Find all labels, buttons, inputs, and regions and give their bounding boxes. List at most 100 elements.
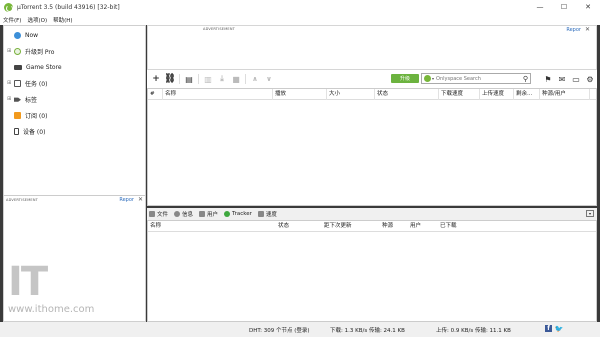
sidebar-item-label: Now [25,31,39,39]
chat-icon[interactable]: ✉ [555,72,569,86]
search-provider-icon[interactable] [424,75,431,82]
toolbar-divider [198,74,199,84]
upload-status[interactable]: 上传: 0.9 KB/s 传输: 11.1 KB [436,326,511,334]
chevron-down-icon[interactable]: ▾ [432,76,434,81]
add-torrent-icon[interactable]: + [149,72,163,86]
sidebar-ad-header: ADVERTISEMENT Repor ✕ [4,195,145,203]
sidebar-item-upgrade-pro[interactable]: ⊞ 升级到 Pro [4,43,145,59]
info-icon [174,211,181,217]
menu-bar: 文件(F) 选项(O) 帮助(H) [0,14,600,25]
column-header[interactable]: 距下次更新 [322,221,380,232]
torrent-list[interactable]: # 名称 播放 大小 状态 下载速度 上传速度 剩余... 种源/用户 [147,88,597,206]
expand-icon[interactable]: ⊞ [7,80,11,86]
tab-peers[interactable]: 用户 [197,210,218,218]
column-header[interactable]: 状态 [375,88,439,100]
game-store-icon [14,64,22,70]
column-header[interactable]: 名称 [163,88,273,100]
dht-status[interactable]: DHT: 309 个节点 (登录) [249,326,310,334]
expand-icon[interactable]: ⊞ [7,96,11,102]
toolbar: + ⛓ ▤ ▥ ⤓ ■ ∧ ∨ 升级 ▾ ⚲ ⚑ ✉ ▭ ⚙ [147,70,597,88]
column-header[interactable]: 用户 [408,221,438,232]
close-ad-icon[interactable]: ✕ [585,26,590,33]
now-icon [14,31,21,39]
utorrent-logo-icon [4,2,13,12]
minimize-button[interactable]: — [528,0,552,14]
column-header[interactable]: 名称 [148,221,276,232]
menu-help[interactable]: 帮助(H) [53,16,72,24]
sidebar-item-now[interactable]: Now [4,27,145,43]
stop-icon[interactable]: ■ [229,72,243,86]
title-bar: µTorrent 3.5 (build 43916) [32-bit] — ☐ … [0,0,600,14]
sidebar-item-tasks[interactable]: ⊞ 任务 (0) [4,75,145,91]
tab-speed[interactable]: 速度 [256,210,277,218]
search-icon[interactable]: ⚲ [523,75,528,83]
maximize-button[interactable]: ☐ [552,0,576,14]
ad-label: ADVERTISEMENT [203,27,236,31]
column-header[interactable]: # [148,88,163,100]
menu-file[interactable]: 文件(F) [3,16,21,24]
device-icon [14,127,19,135]
folder-icon [149,211,155,217]
column-header[interactable]: 状态 [276,221,322,232]
report-link[interactable]: Repor [566,27,581,33]
detail-tabs: 文件 信息 用户 Tracker 速度 ▾ [147,208,597,220]
window-controls: — ☐ ✕ [528,0,600,14]
sidebar-item-label: 订阅 (0) [25,112,48,120]
sidebar: Now ⊞ 升级到 Pro Game Store ⊞ 任务 (0) ⊞ 标签 订… [3,25,146,322]
download-status[interactable]: 下载: 1.3 KB/s 传输: 24.1 KB [330,326,405,334]
column-header[interactable]: 种源 [380,221,408,232]
move-up-icon[interactable]: ∧ [248,72,262,86]
toolbar-divider [245,74,246,84]
pro-icon [14,47,21,55]
column-header[interactable]: 大小 [327,88,375,100]
collapse-detail-icon[interactable]: ▾ [586,210,594,217]
top-ad-area: ADVERTISEMENT Repor ✕ [147,25,597,70]
tracker-list-header: 名称 状态 距下次更新 种源 用户 已下载 [148,221,596,232]
sidebar-item-game-store[interactable]: Game Store [4,59,145,75]
rss-icon [14,111,21,119]
tab-info[interactable]: 信息 [172,210,193,218]
torrent-list-header: # 名称 播放 大小 状态 下载速度 上传速度 剩余... 种源/用户 [148,88,596,100]
users-icon [199,211,206,217]
delete-icon[interactable]: ▥ [201,72,215,86]
search-input[interactable] [436,75,517,82]
speed-chart-icon [257,211,264,217]
gear-icon[interactable]: ⚙ [583,72,597,86]
download-icon[interactable]: ⤓ [215,72,229,86]
sidebar-item-label: Game Store [26,63,62,71]
report-link[interactable]: Repor [119,197,134,203]
sidebar-item-label: 设备 (0) [23,128,46,136]
twitter-icon[interactable]: 🐦 [555,325,564,333]
upgrade-button[interactable]: 升级 [391,74,419,83]
tab-files[interactable]: 文件 [147,210,168,218]
status-bar: DHT: 309 个节点 (登录) 下载: 1.3 KB/s 传输: 24.1 … [0,322,600,337]
close-ad-icon[interactable]: ✕ [138,196,143,203]
expand-icon[interactable]: ⊞ [7,48,11,54]
column-header[interactable]: 上传速度 [480,88,514,100]
facebook-icon[interactable]: f [545,325,552,332]
column-header[interactable]: 播放 [273,88,327,100]
location-pin-icon[interactable]: ⚑ [541,72,555,86]
move-down-icon[interactable]: ∨ [262,72,276,86]
sidebar-item-tags[interactable]: ⊞ 标签 [4,91,145,107]
column-header[interactable]: 种源/用户 [540,88,590,100]
sidebar-item-feeds[interactable]: 订阅 (0) [4,107,145,123]
toolbar-right: ⚑ ✉ ▭ ⚙ [541,72,597,86]
column-header[interactable]: 已下载 [438,221,488,232]
tasks-icon [14,79,21,87]
ad-label: ADVERTISEMENT [6,197,39,202]
sidebar-item-label: 任务 (0) [25,80,48,88]
menu-options[interactable]: 选项(O) [27,16,47,24]
tab-tracker[interactable]: Tracker [222,211,252,217]
add-link-icon[interactable]: ⛓ [163,72,177,86]
search-box[interactable]: ▾ ⚲ [421,73,531,84]
column-header[interactable]: 下载速度 [439,88,480,100]
close-button[interactable]: ✕ [576,0,600,14]
sidebar-item-devices[interactable]: 设备 (0) [4,123,145,139]
remote-icon[interactable]: ▭ [569,72,583,86]
create-torrent-icon[interactable]: ▤ [182,72,196,86]
tracker-icon [224,211,231,217]
window-title: µTorrent 3.5 (build 43916) [32-bit] [17,3,120,11]
tracker-list[interactable]: 名称 状态 距下次更新 种源 用户 已下载 [147,220,597,322]
column-header[interactable]: 剩余... [514,88,540,100]
